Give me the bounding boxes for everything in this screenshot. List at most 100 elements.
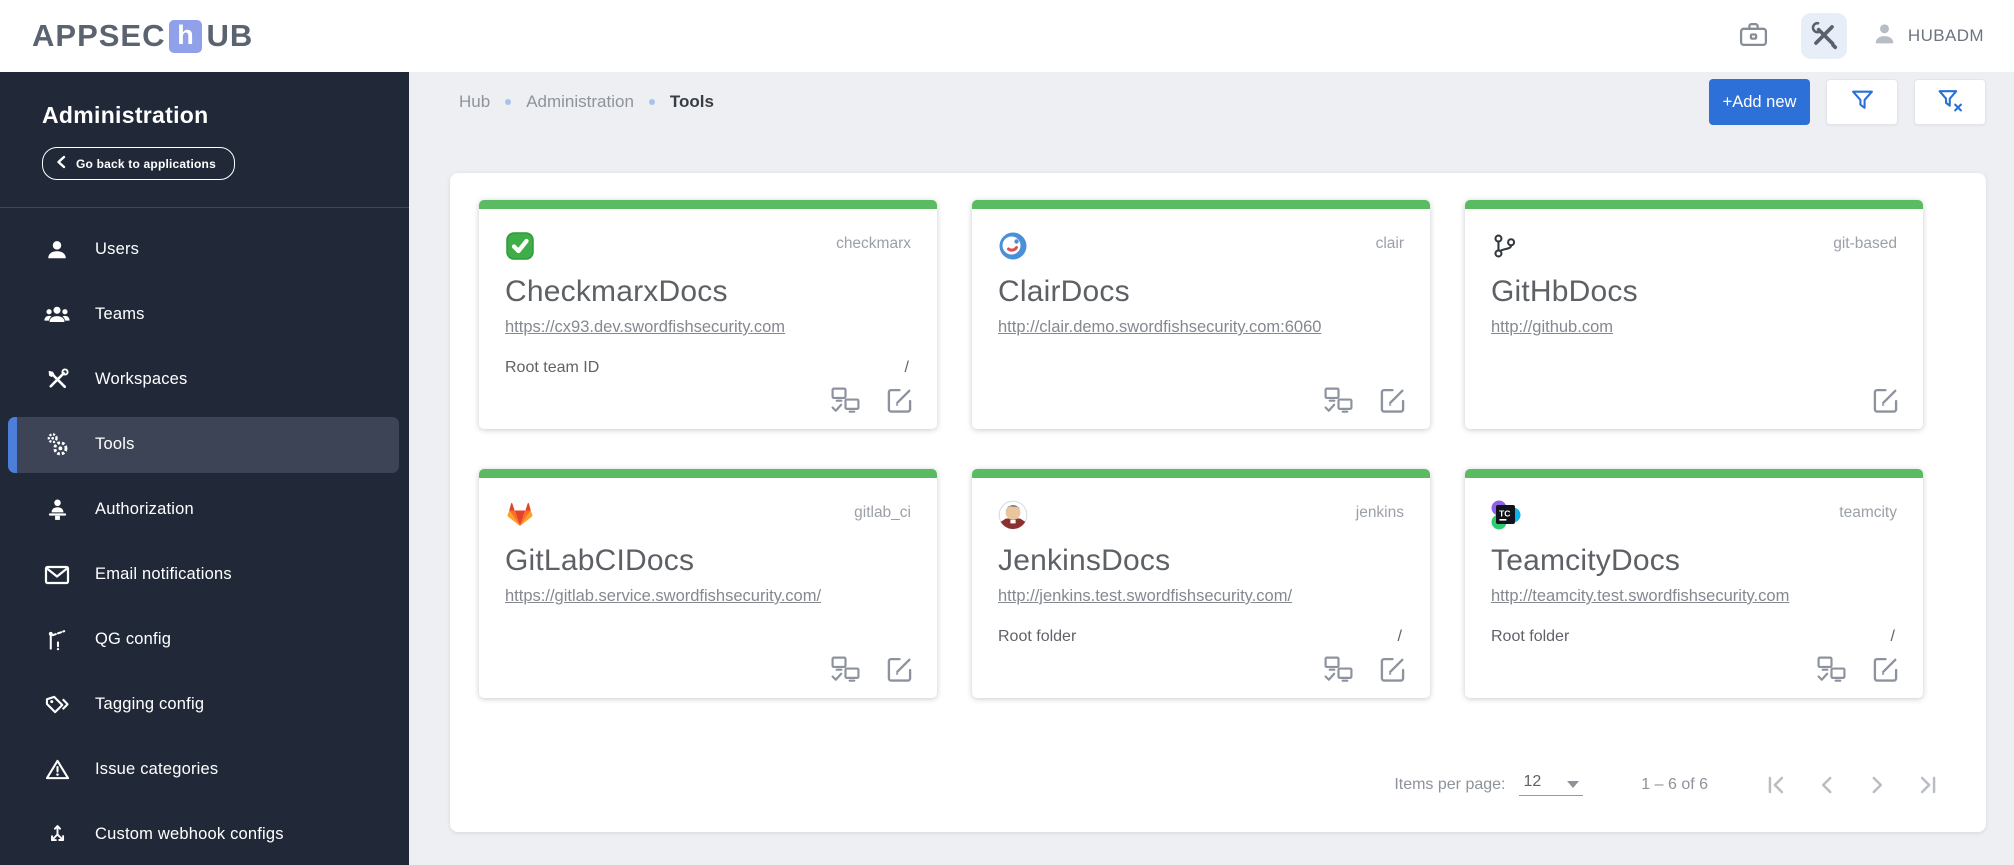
sidebar-item-label: Teams bbox=[95, 305, 145, 323]
pagination-bar: Items per page: 12 1 – 6 of 6 bbox=[1394, 771, 1940, 798]
person-podium-icon bbox=[43, 497, 71, 522]
filter-funnel-icon bbox=[1850, 88, 1875, 116]
breadcrumb-dot-icon bbox=[648, 99, 655, 105]
envelope-icon bbox=[43, 564, 71, 586]
sidebar-item-email-notifications[interactable]: Email notifications bbox=[0, 542, 409, 607]
tool-url-link[interactable]: http://jenkins.test.swordfishsecurity.co… bbox=[998, 587, 1292, 606]
card-status-bar bbox=[972, 200, 1430, 209]
tool-name: GitHbDocs bbox=[1491, 275, 1638, 308]
clair-icon bbox=[998, 231, 1028, 266]
logo-prefix: APPSEC bbox=[32, 18, 166, 53]
tool-card-clair: clair ClairDocs http://clair.demo.swordf… bbox=[972, 200, 1430, 429]
caret-down-icon bbox=[1567, 781, 1580, 788]
sidebar-item-teams[interactable]: Teams bbox=[0, 282, 409, 347]
tool-name: TeamcityDocs bbox=[1491, 544, 1681, 577]
sidebar-item-label: Users bbox=[95, 240, 140, 258]
sidebar-item-label: Authorization bbox=[95, 500, 194, 518]
tool-card-jenkins: jenkins JenkinsDocs http://jenkins.test.… bbox=[972, 469, 1430, 698]
sidebar-item-label: Tools bbox=[95, 435, 135, 453]
sidebar-item-label: Issue categories bbox=[95, 760, 219, 778]
root-label: Root folder bbox=[1491, 628, 1570, 645]
sidebar-item-authorization[interactable]: Authorization bbox=[0, 477, 409, 542]
sidebar-item-label: Custom webhook configs bbox=[95, 825, 284, 843]
tool-name: ClairDocs bbox=[998, 275, 1130, 308]
top-bar: APPSEC h UB HUBADM bbox=[0, 0, 2014, 72]
tool-type-label: checkmarx bbox=[836, 235, 911, 252]
clear-filter-button[interactable] bbox=[1914, 79, 1986, 125]
go-back-label: Go back to applications bbox=[76, 156, 216, 171]
applications-button[interactable] bbox=[1731, 13, 1777, 59]
healthcheck-button[interactable] bbox=[1320, 383, 1356, 417]
add-new-button[interactable]: +Add new bbox=[1709, 79, 1810, 125]
breadcrumb-hub[interactable]: Hub bbox=[459, 92, 490, 112]
go-back-button[interactable]: Go back to applications bbox=[42, 147, 235, 180]
tool-card-checkmarx: checkmarx CheckmarxDocs https://cx93.dev… bbox=[479, 200, 937, 429]
first-page-button[interactable] bbox=[1763, 771, 1790, 798]
healthcheck-button[interactable] bbox=[827, 652, 863, 686]
appsechub-logo: APPSEC h UB bbox=[32, 18, 253, 54]
split-arrows-icon bbox=[43, 822, 71, 847]
wrench-screwdriver-icon bbox=[1809, 20, 1839, 53]
items-per-page-select[interactable]: 12 bbox=[1519, 773, 1584, 796]
healthcheck-button[interactable] bbox=[1320, 652, 1356, 686]
tool-type-label: teamcity bbox=[1839, 504, 1897, 521]
teamcity-icon: TC bbox=[1491, 500, 1521, 535]
edit-button[interactable] bbox=[881, 652, 917, 686]
admin-sidebar: Administration Go back to applications U… bbox=[0, 72, 409, 865]
breadcrumb: Hub Administration Tools bbox=[459, 92, 714, 112]
sidebar-item-tools[interactable]: Tools bbox=[8, 416, 399, 473]
last-page-button[interactable] bbox=[1913, 771, 1940, 798]
logo-suffix: UB bbox=[206, 18, 254, 53]
checkmarx-icon bbox=[505, 231, 535, 266]
tools-panel: checkmarx CheckmarxDocs https://cx93.dev… bbox=[450, 173, 1986, 832]
username-label: HUBADM bbox=[1907, 26, 1984, 45]
previous-page-button[interactable] bbox=[1813, 771, 1840, 798]
tool-card-git: git-based GitHbDocs http://github.com bbox=[1465, 200, 1923, 429]
healthcheck-button[interactable] bbox=[827, 383, 863, 417]
card-status-bar bbox=[1465, 469, 1923, 478]
breadcrumb-administration[interactable]: Administration bbox=[526, 92, 634, 112]
sidebar-nav: Users Teams Workspaces Tools Authorizati… bbox=[0, 208, 409, 865]
edit-button[interactable] bbox=[1867, 383, 1903, 417]
sidebar-item-workspaces[interactable]: Workspaces bbox=[0, 347, 409, 412]
sidebar-item-label: QG config bbox=[95, 630, 172, 648]
sidebar-title: Administration bbox=[42, 102, 209, 128]
card-status-bar bbox=[972, 469, 1430, 478]
edit-button[interactable] bbox=[1374, 652, 1410, 686]
tool-url-link[interactable]: https://gitlab.service.swordfishsecurity… bbox=[505, 587, 821, 606]
tool-card-teamcity: TC teamcity TeamcityDocs http://teamcity… bbox=[1465, 469, 1923, 698]
warning-triangle-icon bbox=[43, 758, 71, 781]
tool-type-label: gitlab_ci bbox=[854, 504, 911, 521]
filter-clear-icon bbox=[1937, 88, 1964, 116]
tool-url-link[interactable]: http://clair.demo.swordfishsecurity.com:… bbox=[998, 318, 1321, 337]
user-menu[interactable]: HUBADM bbox=[1871, 20, 1984, 52]
next-page-button[interactable] bbox=[1863, 771, 1890, 798]
edit-button[interactable] bbox=[1374, 383, 1410, 417]
sidebar-item-custom-webhook-configs[interactable]: Custom webhook configs bbox=[0, 802, 409, 865]
card-status-bar bbox=[479, 200, 937, 209]
tool-url-link[interactable]: http://github.com bbox=[1491, 318, 1613, 337]
edit-button[interactable] bbox=[1867, 652, 1903, 686]
user-icon bbox=[43, 238, 71, 262]
edit-button[interactable] bbox=[881, 383, 917, 417]
sidebar-item-tagging-config[interactable]: Tagging config bbox=[0, 672, 409, 737]
tool-card-gitlab: gitlab_ci GitLabCIDocs https://gitlab.se… bbox=[479, 469, 937, 698]
tool-name: GitLabCIDocs bbox=[505, 544, 695, 577]
sidebar-item-issue-categories[interactable]: Issue categories bbox=[0, 737, 409, 802]
tool-url-link[interactable]: http://teamcity.test.swordfishsecurity.c… bbox=[1491, 587, 1789, 606]
page-range-label: 1 – 6 of 6 bbox=[1641, 775, 1708, 793]
root-value: / bbox=[1397, 628, 1402, 645]
gate-barrier-icon bbox=[43, 628, 71, 652]
tools-card-grid: checkmarx CheckmarxDocs https://cx93.dev… bbox=[450, 173, 1986, 698]
sidebar-item-qg-config[interactable]: QG config bbox=[0, 607, 409, 672]
sidebar-item-label: Workspaces bbox=[95, 370, 188, 388]
user-avatar-icon bbox=[1871, 20, 1898, 52]
tag-icon bbox=[43, 693, 71, 716]
hammer-wrench-icon bbox=[43, 367, 71, 392]
admin-tools-button[interactable] bbox=[1800, 13, 1847, 59]
healthcheck-button[interactable] bbox=[1813, 652, 1849, 686]
tool-url-link[interactable]: https://cx93.dev.swordfishsecurity.com bbox=[505, 318, 785, 337]
tool-type-label: clair bbox=[1375, 235, 1404, 252]
filter-button[interactable] bbox=[1826, 79, 1898, 125]
sidebar-item-users[interactable]: Users bbox=[0, 217, 409, 282]
